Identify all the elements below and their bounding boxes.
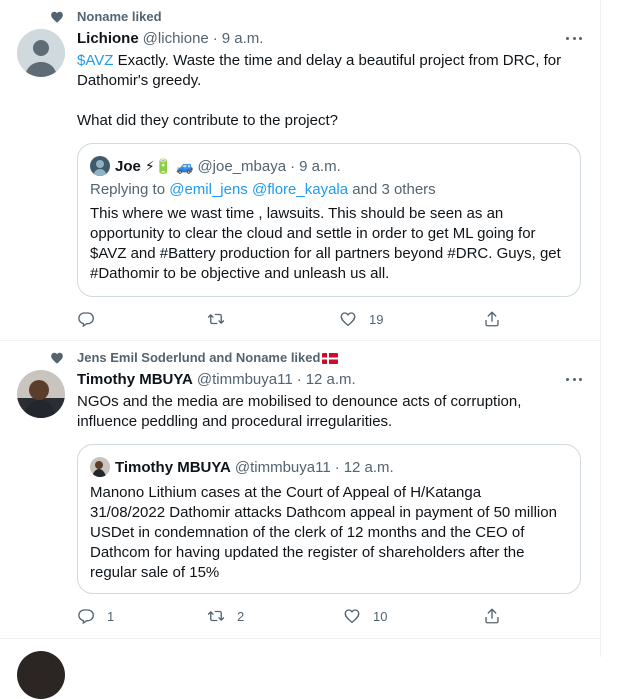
default-avatar-icon: [17, 29, 65, 77]
replying-to-users[interactable]: @emil_jens @flore_kayala: [169, 181, 348, 198]
retweet-icon: [207, 313, 225, 325]
quoted-text-line: #Dathomir to be objective and unleash us…: [90, 265, 390, 282]
more-icon[interactable]: [566, 371, 582, 387]
quoted-text-line: regular sale of 15%: [90, 564, 220, 581]
replying-to: Replying to @emil_jens @flore_kayala and…: [90, 181, 436, 198]
share-icon: [485, 608, 499, 624]
like-button[interactable]: 10: [343, 607, 387, 625]
tweet-text-line: Dathomir's greedy.: [77, 72, 202, 89]
share-icon: [485, 311, 499, 327]
timeline-feed: Noname liked Lichione @lichione · 9 a.m.…: [0, 0, 601, 699]
retweet-icon: [207, 610, 225, 622]
cashtag-link[interactable]: $AVZ: [77, 52, 113, 69]
social-context: Noname liked: [50, 9, 162, 24]
user-photo-avatar: [17, 370, 65, 418]
tweet-text-line: NGOs and the media are mobilised to deno…: [77, 393, 522, 410]
avatar[interactable]: [17, 370, 65, 418]
quoted-tweet-header: Timothy MBUYA @timmbuya11 · 12 a.m.: [90, 457, 394, 477]
like-count: 19: [369, 311, 384, 327]
tweet-actions: 19: [77, 310, 507, 330]
quoted-text-line: opportunity to clear the cloud and settl…: [90, 225, 536, 242]
retweet-count: 2: [237, 608, 245, 624]
reply-icon: [78, 312, 94, 328]
quoted-text-line: $AVZ and #Battery production for all par…: [90, 245, 561, 262]
quoted-tweet[interactable]: Timothy MBUYA @timmbuya11 · 12 a.m. Mano…: [77, 444, 581, 594]
quoted-text-line: Manono Lithium cases at the Court of App…: [90, 484, 482, 501]
social-context-text: Noname liked: [77, 9, 162, 24]
heart-icon: [51, 352, 63, 364]
author-name[interactable]: Lichione: [77, 30, 139, 47]
social-context: Jens Emil Soderlund and Noname liked: [50, 350, 339, 365]
retweet-button[interactable]: [207, 310, 237, 328]
tweet-time[interactable]: 9 a.m.: [222, 30, 264, 47]
separator-dot: ·: [296, 371, 302, 388]
tweet-header: Lichione @lichione · 9 a.m.: [77, 30, 263, 47]
share-button[interactable]: [483, 607, 501, 625]
retweet-button[interactable]: 2: [207, 607, 244, 625]
reply-button[interactable]: [77, 310, 107, 328]
tweet[interactable]: Noname liked Lichione @lichione · 9 a.m.…: [0, 0, 600, 341]
more-icon[interactable]: [566, 30, 582, 46]
quoted-author-name: Joe: [115, 157, 141, 175]
quoted-tweet-text: Manono Lithium cases at the Court of App…: [90, 483, 570, 583]
tweet-actions: 1 2 10: [77, 607, 507, 627]
social-context-text: Jens Emil Soderlund and Noname liked: [77, 350, 321, 365]
separator-dot: ·: [212, 30, 218, 47]
tweet-text: NGOs and the media are mobilised to deno…: [77, 392, 582, 432]
separator-dot: ·: [290, 157, 296, 175]
reply-count: 1: [107, 608, 115, 624]
tweet-header: Timothy MBUYA @timmbuya11 · 12 a.m.: [77, 371, 356, 388]
tweet[interactable]: [0, 639, 600, 699]
avatar[interactable]: [17, 29, 65, 77]
reply-button[interactable]: 1: [77, 607, 114, 625]
quoted-author-name: Timothy MBUYA: [115, 458, 231, 476]
author-emojis: ⚡🔋 🚙: [144, 157, 194, 174]
quoted-tweet-header: Joe ⚡🔋 🚙 @joe_mbaya · 9 a.m.: [90, 156, 341, 176]
like-button[interactable]: 19: [339, 310, 383, 328]
heart-icon: [51, 11, 63, 23]
quoted-text-line: This where we wast time , lawsuits. This…: [90, 205, 504, 222]
quoted-tweet[interactable]: Joe ⚡🔋 🚙 @joe_mbaya · 9 a.m. Replying to…: [77, 143, 581, 297]
quoted-tweet-time: 12 a.m.: [343, 458, 394, 476]
like-icon: [340, 312, 356, 327]
quoted-text-line: Dathcom for having updated the register …: [90, 544, 525, 561]
author-handle[interactable]: @lichione: [143, 30, 209, 47]
denmark-flag-icon: [322, 352, 339, 364]
share-button[interactable]: [483, 310, 501, 328]
author-name[interactable]: Timothy MBUYA: [77, 371, 193, 388]
tweet-text-line: What did they contribute to the project?: [77, 112, 338, 129]
quoted-author-handle: @joe_mbaya: [197, 157, 287, 175]
tweet[interactable]: Jens Emil Soderlund and Noname liked Tim…: [0, 341, 600, 639]
like-icon: [344, 609, 360, 624]
tweet-text-line: influence peddling and procedural irregu…: [77, 413, 393, 430]
like-count: 10: [373, 608, 388, 624]
quoted-author-handle: @timmbuya11: [234, 458, 331, 476]
author-handle[interactable]: @timmbuya11: [197, 371, 293, 388]
quoted-avatar: [90, 156, 110, 176]
quoted-tweet-time: 9 a.m.: [299, 157, 341, 175]
tweet-text-line: Exactly. Waste the time and delay a beau…: [113, 52, 562, 69]
quoted-text-line: 31/08/2022 Dathomir attacks Dathcom appe…: [90, 504, 557, 521]
reply-icon: [78, 609, 94, 625]
tweet-text: $AVZ Exactly. Waste the time and delay a…: [77, 51, 582, 131]
separator-dot: ·: [334, 458, 340, 476]
quoted-avatar: [90, 457, 110, 477]
tweet-time[interactable]: 12 a.m.: [306, 371, 356, 388]
avatar[interactable]: [17, 651, 65, 699]
quoted-tweet-text: This where we wast time , lawsuits. This…: [90, 204, 570, 284]
quoted-text-line: USDet in condemnation of the clerk of 12…: [90, 524, 525, 541]
